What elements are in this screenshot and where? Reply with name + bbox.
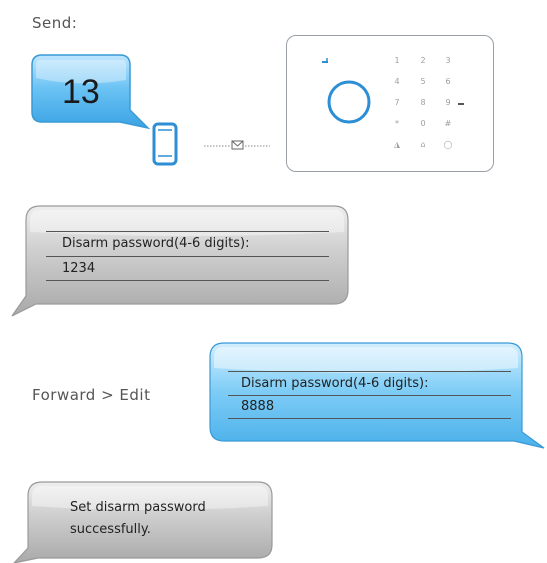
reply-1-rule-mid <box>46 256 329 257</box>
panel-lock-icon: ◮ <box>393 140 401 149</box>
panel-key: # <box>444 119 452 128</box>
panel-key: 1 <box>394 56 400 65</box>
reply-1-prompt: Disarm password(4-6 digits): <box>62 236 250 251</box>
panel-key: 8 <box>420 98 426 107</box>
reply-1-rule-bottom <box>46 280 329 281</box>
reply-1-rule-top <box>46 231 329 232</box>
message-transfer-icon <box>204 140 270 150</box>
panel-graphics <box>322 58 464 124</box>
panel-key: * <box>395 119 399 128</box>
forward-edit-label: Forward > Edit <box>32 386 151 404</box>
panel-key: 6 <box>445 77 451 86</box>
panel-key: 0 <box>420 119 426 128</box>
panel-indicator-icon <box>322 58 328 63</box>
reply-2-value: 8888 <box>241 399 275 414</box>
reply-2-rule-bottom <box>228 418 511 419</box>
sms-code: 13 <box>62 73 100 111</box>
panel-key: 5 <box>420 77 426 86</box>
panel-key: 2 <box>420 56 426 65</box>
panel-home-icon: ⌂ <box>420 140 426 149</box>
reply-1-value: 1234 <box>62 261 96 276</box>
panel-key: 9 <box>445 98 451 107</box>
phone-icon <box>152 122 178 166</box>
reply-2-rule-mid <box>228 395 511 396</box>
confirm-line-1: Set disarm password <box>70 500 206 515</box>
panel-key: 7 <box>394 98 400 107</box>
instruction-page: Send: 13 1 2 3 4 5 6 7 8 9 * 0 # ◮ ⌂ ◯ D… <box>0 0 547 563</box>
panel-ring-icon <box>327 80 371 124</box>
confirm-line-2: successfully. <box>70 522 151 537</box>
panel-key: 4 <box>394 77 400 86</box>
panel-key: 3 <box>445 56 451 65</box>
reply-2-rule-top <box>228 371 511 372</box>
reply-2-prompt: Disarm password(4-6 digits): <box>241 376 429 391</box>
panel-power-icon: ◯ <box>443 140 453 149</box>
alarm-panel: 1 2 3 4 5 6 7 8 9 * 0 # ◮ ⌂ ◯ <box>286 35 494 172</box>
